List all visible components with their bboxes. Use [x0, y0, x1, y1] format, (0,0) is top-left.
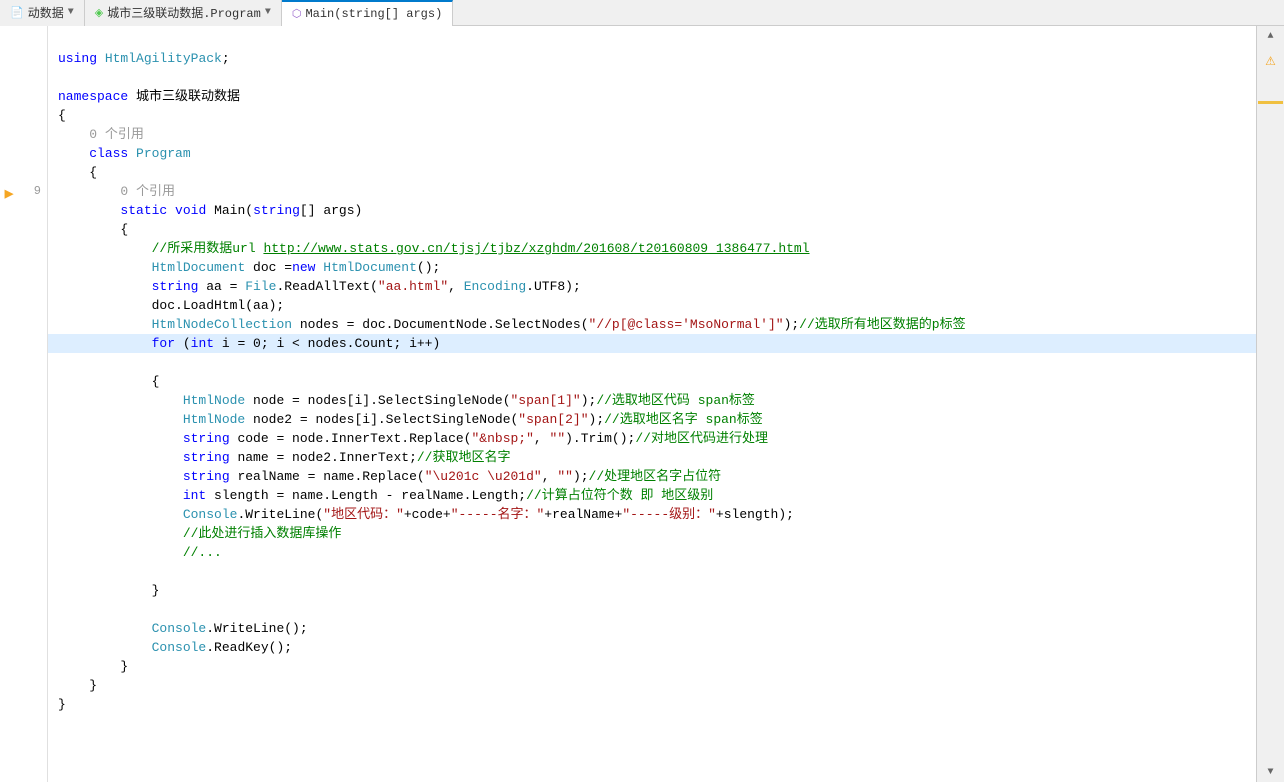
main-area: ▶ 9	[0, 26, 1284, 782]
line-numbers: 9	[18, 26, 48, 782]
tab2-dropdown-arrow[interactable]: ▼	[265, 7, 271, 18]
warning-indicator: ⚠	[1265, 54, 1276, 69]
method-icon: ⬡	[292, 7, 302, 21]
tab-method[interactable]: ⬡ Main(string[] args)	[282, 0, 453, 26]
code-area[interactable]: using HtmlAgilityPack; namespace 城市三级联动数…	[48, 26, 1256, 782]
scroll-position-indicator	[1258, 101, 1283, 104]
scroll-track[interactable]: ⚠	[1257, 46, 1284, 762]
left-indicators: ▶	[0, 26, 18, 782]
right-scrollbar[interactable]: ▲ ⚠ ▼	[1256, 26, 1284, 782]
code-content: using HtmlAgilityPack; namespace 城市三级联动数…	[48, 26, 1256, 737]
scroll-down-button[interactable]: ▼	[1257, 762, 1284, 782]
arrow-indicator: ▶	[0, 186, 18, 205]
tab1-label: 动数据	[28, 4, 64, 21]
class-icon: ◈	[95, 6, 103, 20]
tab1-dropdown-arrow[interactable]: ▼	[68, 7, 74, 18]
file-icon: 📄	[10, 6, 24, 20]
tab2-label: 城市三级联动数据.Program	[107, 4, 261, 21]
tab3-label: Main(string[] args)	[305, 7, 442, 21]
tab-class[interactable]: ◈ 城市三级联动数据.Program ▼	[85, 0, 282, 26]
tab-file[interactable]: 📄 动数据 ▼	[0, 0, 85, 26]
tab-bar: 📄 动数据 ▼ ◈ 城市三级联动数据.Program ▼ ⬡ Main(stri…	[0, 0, 1284, 26]
scroll-up-button[interactable]: ▲	[1257, 26, 1284, 46]
